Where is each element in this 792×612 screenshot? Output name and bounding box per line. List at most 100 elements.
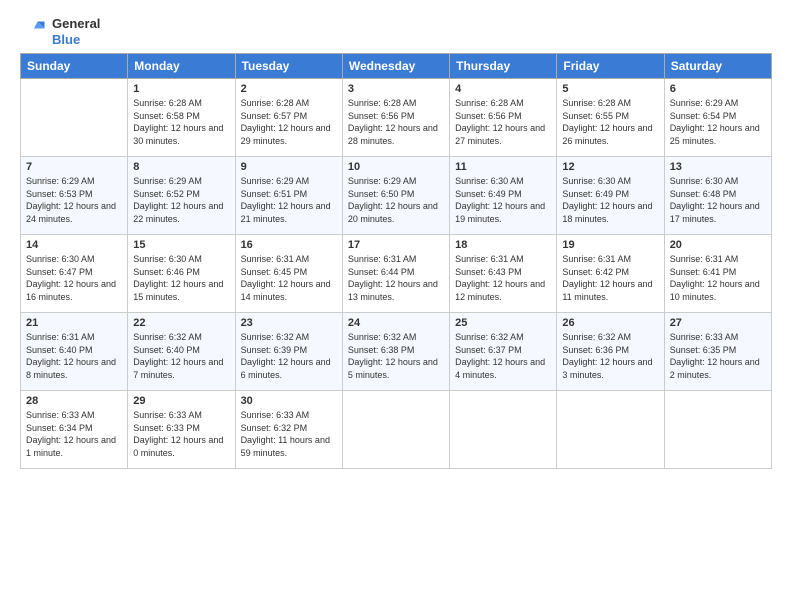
calendar-cell: 21 Sunrise: 6:31 AM Sunset: 6:40 PM Dayl…: [21, 313, 128, 391]
daylight-hours: Daylight: 12 hours and 27 minutes.: [455, 123, 545, 146]
sunrise-time: Sunrise: 6:29 AM: [133, 176, 202, 186]
day-number: 13: [670, 161, 766, 173]
day-number: 27: [670, 317, 766, 329]
calendar-cell: [664, 391, 771, 469]
sunset-time: Sunset: 6:58 PM: [133, 111, 200, 121]
daylight-hours: Daylight: 12 hours and 25 minutes.: [670, 123, 760, 146]
week-row-1: 1 Sunrise: 6:28 AM Sunset: 6:58 PM Dayli…: [21, 79, 772, 157]
sunset-time: Sunset: 6:55 PM: [562, 111, 629, 121]
cell-info: Sunrise: 6:33 AM Sunset: 6:34 PM Dayligh…: [26, 409, 122, 459]
logo-icon: [20, 18, 48, 46]
day-number: 6: [670, 83, 766, 95]
sunset-time: Sunset: 6:39 PM: [241, 345, 308, 355]
cell-info: Sunrise: 6:29 AM Sunset: 6:50 PM Dayligh…: [348, 175, 444, 225]
week-row-3: 14 Sunrise: 6:30 AM Sunset: 6:47 PM Dayl…: [21, 235, 772, 313]
sunset-time: Sunset: 6:32 PM: [241, 423, 308, 433]
sunrise-time: Sunrise: 6:30 AM: [133, 254, 202, 264]
calendar-cell: 5 Sunrise: 6:28 AM Sunset: 6:55 PM Dayli…: [557, 79, 664, 157]
cell-info: Sunrise: 6:29 AM Sunset: 6:53 PM Dayligh…: [26, 175, 122, 225]
day-number: 11: [455, 161, 551, 173]
daylight-hours: Daylight: 12 hours and 22 minutes.: [133, 201, 223, 224]
daylight-hours: Daylight: 12 hours and 16 minutes.: [26, 279, 116, 302]
cell-info: Sunrise: 6:32 AM Sunset: 6:40 PM Dayligh…: [133, 331, 229, 381]
sunset-time: Sunset: 6:41 PM: [670, 267, 737, 277]
sunset-time: Sunset: 6:53 PM: [26, 189, 93, 199]
calendar-header-row: SundayMondayTuesdayWednesdayThursdayFrid…: [21, 54, 772, 79]
sunset-time: Sunset: 6:50 PM: [348, 189, 415, 199]
sunrise-time: Sunrise: 6:32 AM: [133, 332, 202, 342]
logo-text: General Blue: [52, 16, 100, 47]
calendar-cell: 9 Sunrise: 6:29 AM Sunset: 6:51 PM Dayli…: [235, 157, 342, 235]
day-number: 16: [241, 239, 337, 251]
sunset-time: Sunset: 6:47 PM: [26, 267, 93, 277]
sunset-time: Sunset: 6:36 PM: [562, 345, 629, 355]
daylight-hours: Daylight: 12 hours and 26 minutes.: [562, 123, 652, 146]
sunrise-time: Sunrise: 6:30 AM: [670, 176, 739, 186]
day-number: 14: [26, 239, 122, 251]
sunrise-time: Sunrise: 6:29 AM: [348, 176, 417, 186]
day-number: 21: [26, 317, 122, 329]
sunset-time: Sunset: 6:40 PM: [133, 345, 200, 355]
calendar-cell: 7 Sunrise: 6:29 AM Sunset: 6:53 PM Dayli…: [21, 157, 128, 235]
calendar-cell: 12 Sunrise: 6:30 AM Sunset: 6:49 PM Dayl…: [557, 157, 664, 235]
cell-info: Sunrise: 6:30 AM Sunset: 6:46 PM Dayligh…: [133, 253, 229, 303]
sunrise-time: Sunrise: 6:32 AM: [562, 332, 631, 342]
calendar-cell: 24 Sunrise: 6:32 AM Sunset: 6:38 PM Dayl…: [342, 313, 449, 391]
day-number: 22: [133, 317, 229, 329]
header-cell-tuesday: Tuesday: [235, 54, 342, 79]
cell-info: Sunrise: 6:32 AM Sunset: 6:36 PM Dayligh…: [562, 331, 658, 381]
cell-info: Sunrise: 6:31 AM Sunset: 6:42 PM Dayligh…: [562, 253, 658, 303]
calendar-cell: 4 Sunrise: 6:28 AM Sunset: 6:56 PM Dayli…: [450, 79, 557, 157]
sunrise-time: Sunrise: 6:31 AM: [455, 254, 524, 264]
cell-info: Sunrise: 6:31 AM Sunset: 6:41 PM Dayligh…: [670, 253, 766, 303]
header-cell-sunday: Sunday: [21, 54, 128, 79]
day-number: 20: [670, 239, 766, 251]
calendar-cell: 13 Sunrise: 6:30 AM Sunset: 6:48 PM Dayl…: [664, 157, 771, 235]
sunrise-time: Sunrise: 6:30 AM: [26, 254, 95, 264]
sunrise-time: Sunrise: 6:28 AM: [455, 98, 524, 108]
cell-info: Sunrise: 6:32 AM Sunset: 6:37 PM Dayligh…: [455, 331, 551, 381]
cell-info: Sunrise: 6:32 AM Sunset: 6:39 PM Dayligh…: [241, 331, 337, 381]
day-number: 26: [562, 317, 658, 329]
sunrise-time: Sunrise: 6:28 AM: [241, 98, 310, 108]
sunrise-time: Sunrise: 6:28 AM: [133, 98, 202, 108]
calendar-cell: 15 Sunrise: 6:30 AM Sunset: 6:46 PM Dayl…: [128, 235, 235, 313]
header-cell-friday: Friday: [557, 54, 664, 79]
calendar-cell: 29 Sunrise: 6:33 AM Sunset: 6:33 PM Dayl…: [128, 391, 235, 469]
calendar-cell: [450, 391, 557, 469]
cell-info: Sunrise: 6:31 AM Sunset: 6:40 PM Dayligh…: [26, 331, 122, 381]
day-number: 17: [348, 239, 444, 251]
cell-info: Sunrise: 6:30 AM Sunset: 6:48 PM Dayligh…: [670, 175, 766, 225]
sunset-time: Sunset: 6:56 PM: [455, 111, 522, 121]
calendar-cell: [557, 391, 664, 469]
header-cell-saturday: Saturday: [664, 54, 771, 79]
calendar-cell: 19 Sunrise: 6:31 AM Sunset: 6:42 PM Dayl…: [557, 235, 664, 313]
cell-info: Sunrise: 6:31 AM Sunset: 6:45 PM Dayligh…: [241, 253, 337, 303]
cell-info: Sunrise: 6:28 AM Sunset: 6:57 PM Dayligh…: [241, 97, 337, 147]
sunrise-time: Sunrise: 6:30 AM: [562, 176, 631, 186]
header-cell-monday: Monday: [128, 54, 235, 79]
day-number: 15: [133, 239, 229, 251]
day-number: 25: [455, 317, 551, 329]
day-number: 28: [26, 395, 122, 407]
sunset-time: Sunset: 6:57 PM: [241, 111, 308, 121]
calendar-cell: 26 Sunrise: 6:32 AM Sunset: 6:36 PM Dayl…: [557, 313, 664, 391]
cell-info: Sunrise: 6:30 AM Sunset: 6:49 PM Dayligh…: [562, 175, 658, 225]
sunset-time: Sunset: 6:48 PM: [670, 189, 737, 199]
day-number: 8: [133, 161, 229, 173]
sunset-time: Sunset: 6:56 PM: [348, 111, 415, 121]
sunset-time: Sunset: 6:54 PM: [670, 111, 737, 121]
daylight-hours: Daylight: 12 hours and 21 minutes.: [241, 201, 331, 224]
sunrise-time: Sunrise: 6:32 AM: [348, 332, 417, 342]
daylight-hours: Daylight: 12 hours and 20 minutes.: [348, 201, 438, 224]
sunrise-time: Sunrise: 6:29 AM: [241, 176, 310, 186]
day-number: 3: [348, 83, 444, 95]
sunset-time: Sunset: 6:49 PM: [562, 189, 629, 199]
sunset-time: Sunset: 6:38 PM: [348, 345, 415, 355]
sunrise-time: Sunrise: 6:33 AM: [133, 410, 202, 420]
calendar-cell: 1 Sunrise: 6:28 AM Sunset: 6:58 PM Dayli…: [128, 79, 235, 157]
calendar-cell: 18 Sunrise: 6:31 AM Sunset: 6:43 PM Dayl…: [450, 235, 557, 313]
week-row-4: 21 Sunrise: 6:31 AM Sunset: 6:40 PM Dayl…: [21, 313, 772, 391]
sunset-time: Sunset: 6:45 PM: [241, 267, 308, 277]
sunset-time: Sunset: 6:44 PM: [348, 267, 415, 277]
